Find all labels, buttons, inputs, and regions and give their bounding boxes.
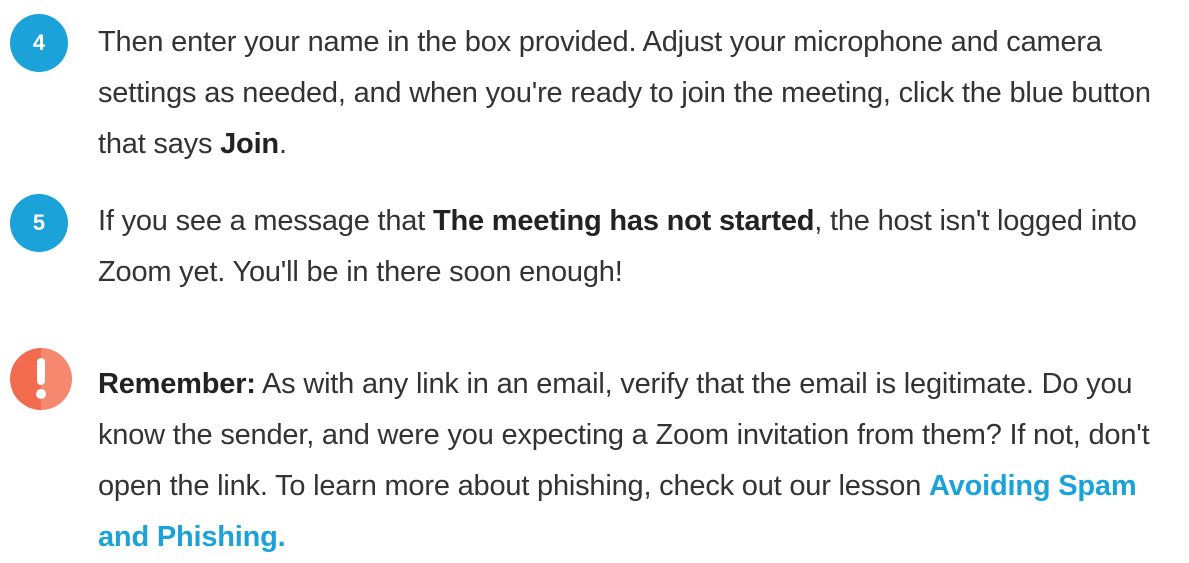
step-text: If you see a message that The meeting ha… (98, 196, 1178, 298)
note-label: Remember: (98, 368, 256, 400)
step-text-bold: Join (220, 128, 279, 160)
note-text: Remember: As with any link in an email, … (98, 359, 1178, 563)
step-text-post: . (278, 128, 287, 160)
exclamation-icon (10, 348, 72, 410)
step-number-badge: 4 (10, 14, 68, 72)
step-text-bold: The meeting has not started (432, 205, 815, 237)
step-number-badge: 5 (10, 194, 68, 252)
step-text: Then enter your name in the box provided… (98, 17, 1178, 170)
step-text-pre: If you see a message that (98, 205, 433, 237)
